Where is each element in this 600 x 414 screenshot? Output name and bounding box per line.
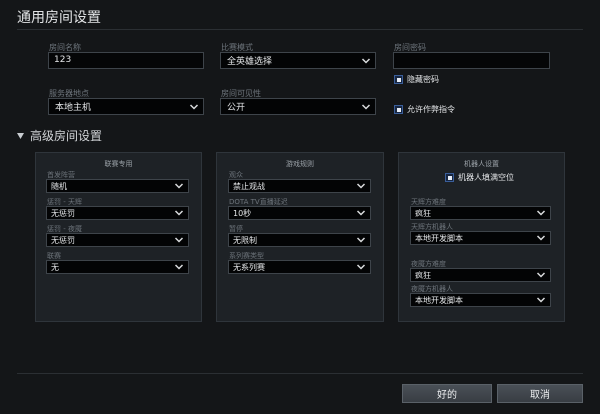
chevron-down-icon: [356, 210, 366, 216]
hide-password-toggle[interactable]: 隐藏密码: [394, 74, 439, 85]
series-type-value: 无系列赛: [233, 262, 265, 272]
start-side-value: 随机: [51, 181, 67, 191]
server-select[interactable]: 本地主机: [48, 98, 204, 115]
bots-fill-checkbox[interactable]: [445, 173, 454, 182]
checkbox-check-icon: [396, 107, 401, 112]
password-input[interactable]: [393, 52, 550, 69]
chevron-down-icon: [361, 103, 371, 110]
league-panel-title: 联赛专用: [104, 160, 133, 168]
server-value: 本地主机: [55, 103, 92, 113]
title-divider: [17, 29, 583, 30]
cheats-toggle[interactable]: 允许作弊指令: [394, 104, 455, 115]
chevron-down-icon: [536, 272, 546, 278]
rules-panel-title: 游戏规则: [286, 160, 314, 168]
chevron-down-icon: [174, 210, 184, 216]
dire-difficulty-value: 疯狂: [415, 270, 431, 280]
game-mode-select[interactable]: 全英雄选择: [220, 52, 376, 69]
chevron-down-icon: [361, 57, 371, 64]
checkbox-check-icon: [396, 77, 401, 82]
ok-button[interactable]: 好的: [402, 384, 492, 403]
chevron-down-icon: [174, 237, 184, 243]
bots-fill-label: 机器人填满空位: [458, 173, 514, 182]
start-side-select[interactable]: 随机: [46, 179, 189, 193]
page-title: 通用房间设置: [17, 10, 101, 26]
penalty-radiant-select[interactable]: 无惩罚: [46, 206, 189, 220]
chevron-down-icon: [536, 297, 546, 303]
spectators-value: 禁止观战: [233, 181, 265, 191]
chevron-down-icon: [356, 183, 366, 189]
pause-select[interactable]: 无限制: [228, 233, 371, 247]
chevron-down-icon: [536, 210, 546, 216]
chevron-down-icon: [189, 103, 199, 110]
league-select[interactable]: 无: [46, 260, 189, 274]
dire-difficulty-select[interactable]: 疯狂: [410, 268, 551, 282]
cheats-checkbox[interactable]: [394, 105, 403, 114]
room-name-input[interactable]: 123: [48, 52, 204, 69]
hide-password-label: 隐藏密码: [407, 75, 439, 84]
chevron-down-icon: [356, 237, 366, 243]
hide-password-checkbox[interactable]: [394, 75, 403, 84]
footer-divider: [17, 373, 583, 374]
tv-delay-value: 10秒: [233, 208, 252, 218]
penalty-radiant-value: 无惩罚: [51, 208, 75, 218]
penalty-dire-value: 无惩罚: [51, 235, 75, 245]
penalty-dire-select[interactable]: 无惩罚: [46, 233, 189, 247]
advanced-section-header[interactable]: 高级房间设置: [17, 127, 102, 144]
radiant-bot-script-value: 本地开发脚本: [415, 233, 463, 243]
chevron-down-icon: [536, 235, 546, 241]
cancel-button[interactable]: 取消: [497, 384, 583, 403]
collapse-triangle-icon: [17, 132, 24, 139]
radiant-bot-script-select[interactable]: 本地开发脚本: [410, 231, 551, 245]
dire-bot-script-value: 本地开发脚本: [415, 295, 463, 305]
cheats-label: 允许作弊指令: [407, 105, 455, 114]
dire-bot-script-select[interactable]: 本地开发脚本: [410, 293, 551, 307]
spectators-select[interactable]: 禁止观战: [228, 179, 371, 193]
visibility-select[interactable]: 公开: [220, 98, 376, 115]
series-type-select[interactable]: 无系列赛: [228, 260, 371, 274]
chevron-down-icon: [174, 183, 184, 189]
chevron-down-icon: [356, 264, 366, 270]
chevron-down-icon: [174, 264, 184, 270]
pause-value: 无限制: [233, 235, 257, 245]
bots-panel-title: 机器人设置: [464, 160, 499, 168]
bots-fill-toggle[interactable]: 机器人填满空位: [445, 172, 514, 183]
checkbox-check-icon: [447, 175, 452, 180]
league-value: 无: [51, 262, 59, 272]
visibility-value: 公开: [227, 103, 246, 113]
radiant-difficulty-value: 疯狂: [415, 208, 431, 218]
advanced-section-title: 高级房间设置: [30, 129, 103, 143]
radiant-difficulty-select[interactable]: 疯狂: [410, 206, 551, 220]
game-mode-value: 全英雄选择: [227, 57, 273, 67]
tv-delay-select[interactable]: 10秒: [228, 206, 371, 220]
